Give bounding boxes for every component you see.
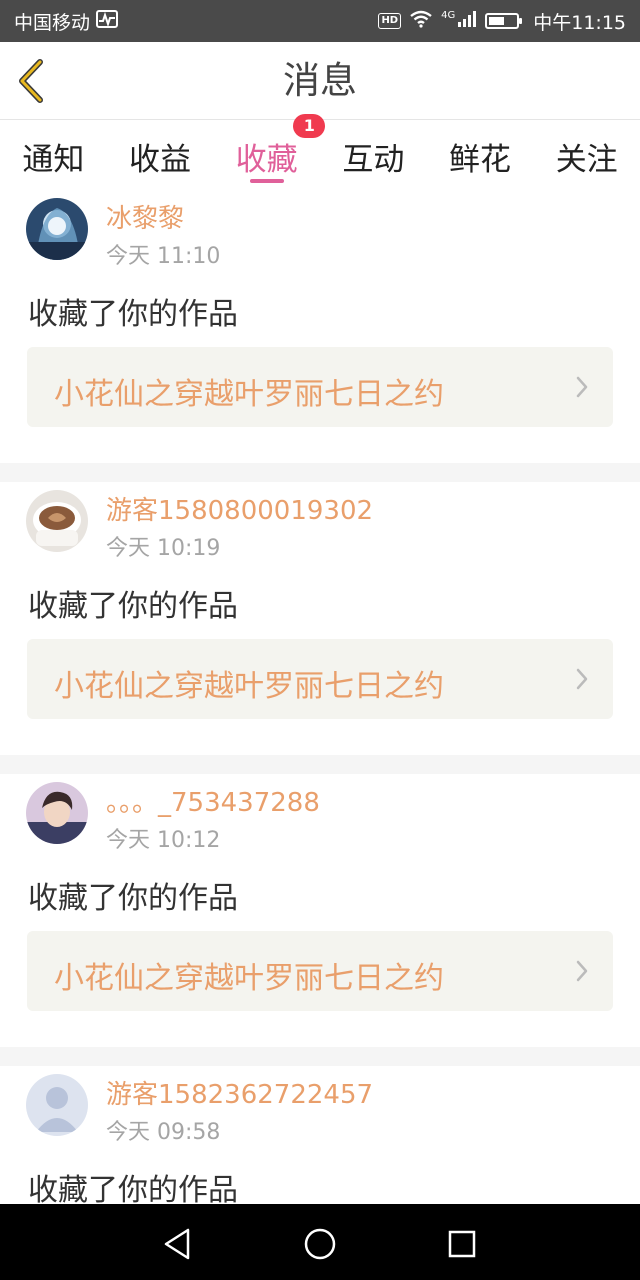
status-time: 中午11:15 [533, 11, 626, 34]
triangle-back-icon [164, 1228, 190, 1260]
message-list: 冰黎黎 今天 11:10 收藏了你的作品 小花仙之穿越叶罗丽七日之约 游客158… [0, 190, 640, 1280]
timestamp: 今天 10:19 [106, 536, 221, 561]
nav-back-button[interactable] [158, 1224, 198, 1264]
tab-interaction[interactable]: 互动 [320, 120, 427, 190]
action-text: 收藏了你的作品 [28, 297, 238, 332]
username[interactable]: 。。。_753437288 [106, 782, 320, 819]
avatar[interactable] [26, 490, 88, 552]
nav-recents-button[interactable] [442, 1224, 482, 1264]
divider [0, 755, 640, 774]
work-title: 小花仙之穿越叶罗丽七日之约 [54, 961, 444, 996]
divider [0, 1047, 640, 1066]
nav-home-button[interactable] [300, 1224, 340, 1264]
activity-icon [96, 9, 119, 33]
divider [0, 463, 640, 482]
chevron-right-icon [576, 668, 588, 690]
tab-earnings[interactable]: 收益 [107, 120, 214, 190]
action-text: 收藏了你的作品 [28, 589, 238, 624]
work-link[interactable]: 小花仙之穿越叶罗丽七日之约 [27, 639, 613, 719]
work-title: 小花仙之穿越叶罗丽七日之约 [54, 377, 444, 412]
tab-follow[interactable]: 关注 [533, 120, 640, 190]
square-recents-icon [448, 1230, 476, 1258]
app-header: 消息 [0, 42, 640, 120]
username[interactable]: 冰黎黎 [106, 198, 184, 235]
username[interactable]: 游客1582362722457 [106, 1074, 373, 1111]
avatar[interactable] [26, 198, 88, 260]
work-link[interactable]: 小花仙之穿越叶罗丽七日之约 [27, 347, 613, 427]
action-text: 收藏了你的作品 [28, 1173, 238, 1208]
timestamp: 今天 10:12 [106, 828, 221, 853]
list-item: 游客1580800019302 今天 10:19 收藏了你的作品 小花仙之穿越叶… [0, 482, 640, 755]
chevron-right-icon [576, 376, 588, 398]
username[interactable]: 游客1580800019302 [106, 490, 373, 527]
work-link[interactable]: 小花仙之穿越叶罗丽七日之约 [27, 931, 613, 1011]
network-type: 4G [441, 9, 456, 21]
tab-favorites[interactable]: 收藏 1 [213, 114, 326, 190]
system-nav-bar [0, 1204, 640, 1280]
avatar[interactable] [26, 782, 88, 844]
timestamp: 今天 09:58 [106, 1120, 221, 1145]
signal-icon [457, 10, 477, 33]
battery-icon [485, 13, 523, 29]
message-tabs: 通知 收益 收藏 1 互动 鲜花 关注 [0, 114, 640, 190]
avatar[interactable] [26, 1074, 88, 1136]
page-title: 消息 [283, 59, 357, 102]
carrier-name: 中国移动 [14, 11, 91, 34]
action-text: 收藏了你的作品 [28, 881, 238, 916]
work-title: 小花仙之穿越叶罗丽七日之约 [54, 669, 444, 704]
list-item: 。。。_753437288 今天 10:12 收藏了你的作品 小花仙之穿越叶罗丽… [0, 774, 640, 1047]
chevron-right-icon [576, 960, 588, 982]
tab-notice[interactable]: 通知 [0, 120, 107, 190]
hd-icon: HD [378, 13, 402, 29]
wifi-icon [409, 10, 433, 33]
active-tab-indicator [249, 179, 284, 183]
timestamp: 今天 11:10 [106, 244, 221, 269]
list-item: 冰黎黎 今天 11:10 收藏了你的作品 小花仙之穿越叶罗丽七日之约 [0, 190, 640, 463]
tab-flowers[interactable]: 鲜花 [427, 120, 534, 190]
status-bar: 中国移动 HD 4G 中午11:15 [0, 0, 640, 42]
circle-home-icon [304, 1228, 336, 1260]
